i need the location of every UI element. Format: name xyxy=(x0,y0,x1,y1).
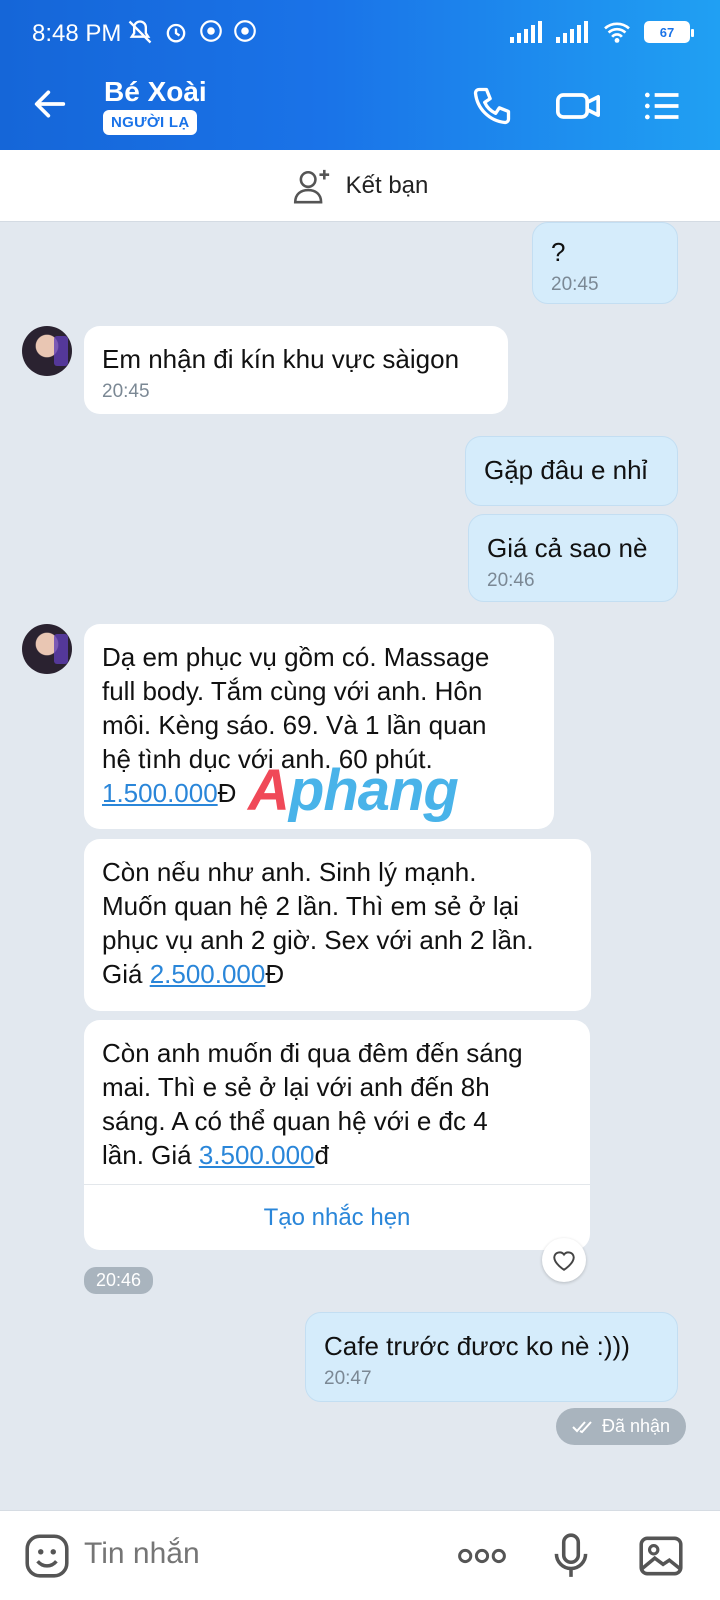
add-friend-icon xyxy=(293,169,329,203)
add-friend-bar[interactable]: Kết bạn xyxy=(0,150,720,222)
message-text: Gặp đâu e nhỉ xyxy=(484,455,648,485)
message-bubble-outgoing[interactable]: Giá cả sao nè 20:46 xyxy=(468,514,678,602)
message-line: Muốn quan hệ 2 lần. Thì em sẻ ở lại xyxy=(102,891,519,921)
message-text: Giá cả sao nè xyxy=(487,533,648,563)
microphone-icon[interactable] xyxy=(546,1531,596,1581)
chrome-icon xyxy=(200,20,222,42)
battery-indicator: 67 xyxy=(644,21,694,43)
chrome-icon xyxy=(234,20,256,42)
create-reminder-button[interactable]: Tạo nhắc hẹn xyxy=(84,1184,590,1250)
message-bubble-incoming[interactable]: Em nhận đi kín khu vực sàigon 20:45 xyxy=(84,326,508,414)
back-arrow-icon[interactable] xyxy=(30,84,70,124)
contact-name[interactable]: Bé Xoài xyxy=(104,76,207,108)
currency-suffix: đ xyxy=(314,1140,329,1170)
stranger-badge: NGƯỜI LẠ xyxy=(103,110,198,135)
message-text: Em nhận đi kín khu vực sàigon xyxy=(102,344,460,374)
more-options-icon[interactable] xyxy=(454,1531,510,1581)
message-input[interactable] xyxy=(84,1537,404,1571)
message-line: mai. Thì e sẻ ở lại với anh đến 8h xyxy=(102,1072,490,1102)
heart-icon xyxy=(553,1251,575,1271)
message-bubble-incoming[interactable]: Còn anh muốn đi qua đêm đến sáng mai. Th… xyxy=(84,1020,590,1184)
status-notification-icons xyxy=(126,18,258,46)
message-line: Dạ em phục vụ gồm có. Massage xyxy=(102,642,490,672)
video-call-icon[interactable] xyxy=(554,84,602,128)
chat-message-list[interactable]: ? 20:45 Em nhận đi kín khu vực sàigon 20… xyxy=(0,222,720,1510)
delivery-status-text: Đã nhận xyxy=(602,1416,671,1436)
alarm-icon xyxy=(166,23,186,43)
price-link[interactable]: 2.500.000 xyxy=(150,959,266,989)
add-friend-label: Kết bạn xyxy=(345,171,429,199)
react-heart-button[interactable] xyxy=(542,1238,586,1282)
contact-avatar[interactable] xyxy=(22,326,72,376)
message-bubble-incoming[interactable]: Còn nếu như anh. Sinh lý mạnh. Muốn quan… xyxy=(84,839,591,1011)
signal-icon xyxy=(556,21,588,43)
price-link[interactable]: 3.500.000 xyxy=(199,1140,315,1170)
phone-call-icon[interactable] xyxy=(470,84,514,128)
currency-suffix: Đ xyxy=(217,778,237,808)
delivery-status-badge: Đã nhận xyxy=(556,1408,687,1445)
sticker-emoji-icon[interactable] xyxy=(22,1531,72,1581)
message-line: Còn nếu như anh. Sinh lý mạnh. xyxy=(102,857,477,887)
price-prefix: lần. Giá xyxy=(102,1140,199,1170)
battery-level: 67 xyxy=(659,24,675,40)
signal-icon xyxy=(510,21,542,43)
watermark-logo: Aphang xyxy=(248,758,459,823)
price-link[interactable]: 1.500.000 xyxy=(102,778,218,808)
chat-header: Bé Xoài NGƯỜI LẠ xyxy=(0,62,720,150)
message-bubble-outgoing[interactable]: Cafe trước đươc ko nè :))) 20:47 xyxy=(305,1312,678,1402)
wifi-icon xyxy=(604,22,630,43)
message-time: 20:46 xyxy=(487,570,535,591)
message-time: 20:45 xyxy=(551,274,599,295)
menu-list-icon[interactable] xyxy=(640,84,684,128)
message-group-time: 20:46 xyxy=(84,1267,154,1294)
message-line: phục vụ anh 2 giờ. Sex với anh 2 lần. xyxy=(102,925,534,955)
message-line: Giá 2.500.000Đ xyxy=(102,957,573,991)
status-bar: 8:48 PM 67 xyxy=(0,0,720,62)
message-text: ? xyxy=(551,237,566,267)
message-bubble-outgoing[interactable]: Gặp đâu e nhỉ xyxy=(465,436,678,506)
message-line: Còn anh muốn đi qua đêm đến sáng xyxy=(102,1038,523,1068)
status-system-icons: 67 xyxy=(510,20,694,44)
currency-suffix: Đ xyxy=(265,959,285,989)
mute-icon xyxy=(128,20,152,44)
message-line: lần. Giá 3.500.000đ xyxy=(102,1138,572,1172)
message-time: 20:47 xyxy=(324,1368,372,1389)
message-line: full body. Tắm cùng với anh. Hôn xyxy=(102,676,483,706)
image-gallery-icon[interactable] xyxy=(636,1531,686,1581)
message-line: môi. Kèng sáo. 69. Và 1 lần quan xyxy=(102,710,487,740)
message-time: 20:45 xyxy=(102,381,150,402)
price-prefix: Giá xyxy=(102,959,150,989)
status-time: 8:48 PM xyxy=(32,20,122,47)
message-composer xyxy=(0,1510,720,1600)
double-check-icon xyxy=(572,1420,592,1433)
message-text: Cafe trước đươc ko nè :))) xyxy=(324,1331,630,1361)
message-bubble-outgoing[interactable]: ? 20:45 xyxy=(532,222,678,304)
contact-avatar[interactable] xyxy=(22,624,72,674)
message-line: sáng. A có thể quan hệ với e đc 4 xyxy=(102,1106,488,1136)
